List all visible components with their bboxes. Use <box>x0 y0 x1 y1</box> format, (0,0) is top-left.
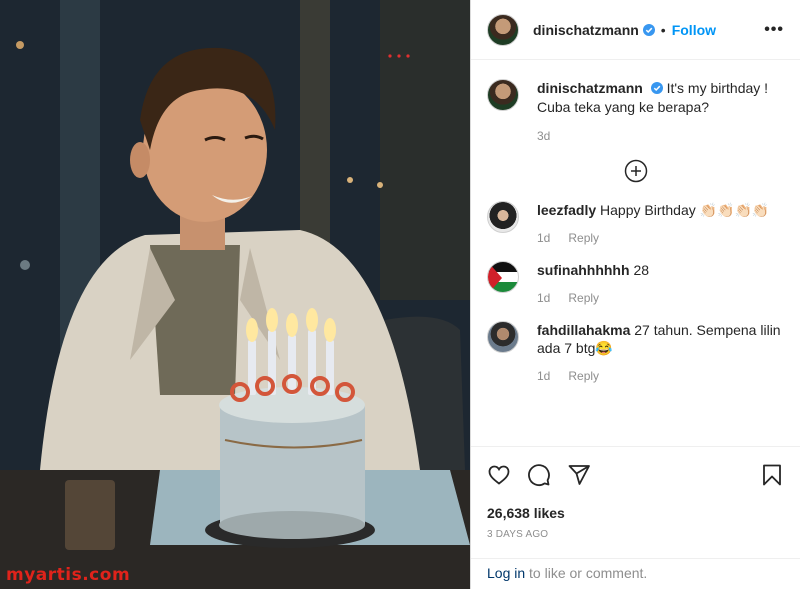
commenter-avatar[interactable] <box>487 201 519 233</box>
comment-text: fahdillahakma 27 tahun. Sempena lilin ad… <box>537 321 784 357</box>
login-link[interactable]: Log in <box>487 565 525 581</box>
comment-meta: 1d Reply <box>537 231 769 245</box>
load-more-comments <box>471 159 800 183</box>
commenter-avatar[interactable] <box>487 321 519 353</box>
comment-age: 1d <box>537 291 551 305</box>
likes-count[interactable]: 26,638 likes <box>471 487 800 521</box>
author-username[interactable]: dinischatzmann <box>533 22 639 38</box>
more-options-button[interactable]: ••• <box>764 21 784 39</box>
commenter-username[interactable]: sufinahhhhhh <box>537 262 630 278</box>
reply-button[interactable]: Reply <box>568 231 599 245</box>
reply-button[interactable]: Reply <box>568 369 599 383</box>
author-avatar[interactable] <box>487 13 519 46</box>
login-prompt-text: to like or comment. <box>525 565 648 581</box>
reply-button[interactable]: Reply <box>568 291 599 305</box>
caption-line-1: It's my birthday ! <box>666 80 769 96</box>
comment-text: leezfadly Happy Birthday 👏🏻👏🏻👏🏻👏🏻 <box>537 201 769 219</box>
comment-message: 28 <box>633 262 650 278</box>
verified-badge-icon <box>650 82 663 94</box>
commenter-username[interactable]: leezfadly <box>537 202 596 218</box>
verified-badge-icon <box>642 23 655 36</box>
comment-age: 1d <box>537 231 551 245</box>
post-date[interactable]: 3 DAYS AGO <box>471 521 800 540</box>
comment-meta: 1d Reply <box>537 291 649 305</box>
post-details-panel: dinischatzmann • Follow ••• dinischatzma… <box>470 0 800 589</box>
comment-meta: 1d Reply <box>537 369 784 383</box>
paper-plane-icon[interactable] <box>567 463 591 487</box>
action-icons <box>471 447 800 487</box>
plus-circle-icon[interactable] <box>624 159 648 183</box>
commenter-avatar[interactable] <box>487 261 519 293</box>
post-caption: dinischatzmann It's my birthday ! Cuba t… <box>471 61 800 143</box>
caption-meta: 3d <box>537 129 768 143</box>
comment-message: Happy Birthday 👏🏻👏🏻👏🏻👏🏻 <box>600 202 770 218</box>
comments-list[interactable]: dinischatzmann It's my birthday ! Cuba t… <box>471 61 800 446</box>
comment-item: sufinahhhhhh 28 1d Reply <box>471 261 800 305</box>
caption-username[interactable]: dinischatzmann <box>537 80 643 96</box>
commenter-username[interactable]: fahdillahakma <box>537 322 630 338</box>
caption-text: dinischatzmann It's my birthday ! Cuba t… <box>537 79 768 117</box>
login-prompt: Log in to like or comment. <box>471 558 800 588</box>
comment-text: sufinahhhhhh 28 <box>537 261 649 279</box>
comment-item: fahdillahakma 27 tahun. Sempena lilin ad… <box>471 321 800 383</box>
post-actions: 26,638 likes 3 DAYS AGO Log in to like o… <box>471 446 800 588</box>
post-photo[interactable]: myartis.com <box>0 0 470 589</box>
speech-bubble-icon[interactable] <box>527 463 551 487</box>
heart-icon[interactable] <box>487 463 511 487</box>
post-header: dinischatzmann • Follow ••• <box>471 0 800 60</box>
birthday-photo-illustration <box>0 0 470 589</box>
bookmark-icon[interactable] <box>760 463 784 487</box>
caption-age: 3d <box>537 129 551 143</box>
separator-dot: • <box>660 21 666 38</box>
caption-avatar[interactable] <box>487 79 519 111</box>
comment-item: leezfadly Happy Birthday 👏🏻👏🏻👏🏻👏🏻 1d Repl… <box>471 201 800 245</box>
watermark-text: myartis.com <box>6 565 131 585</box>
follow-button[interactable]: Follow <box>672 22 716 38</box>
comment-age: 1d <box>537 369 551 383</box>
caption-line-2: Cuba teka yang ke berapa? <box>537 99 710 115</box>
